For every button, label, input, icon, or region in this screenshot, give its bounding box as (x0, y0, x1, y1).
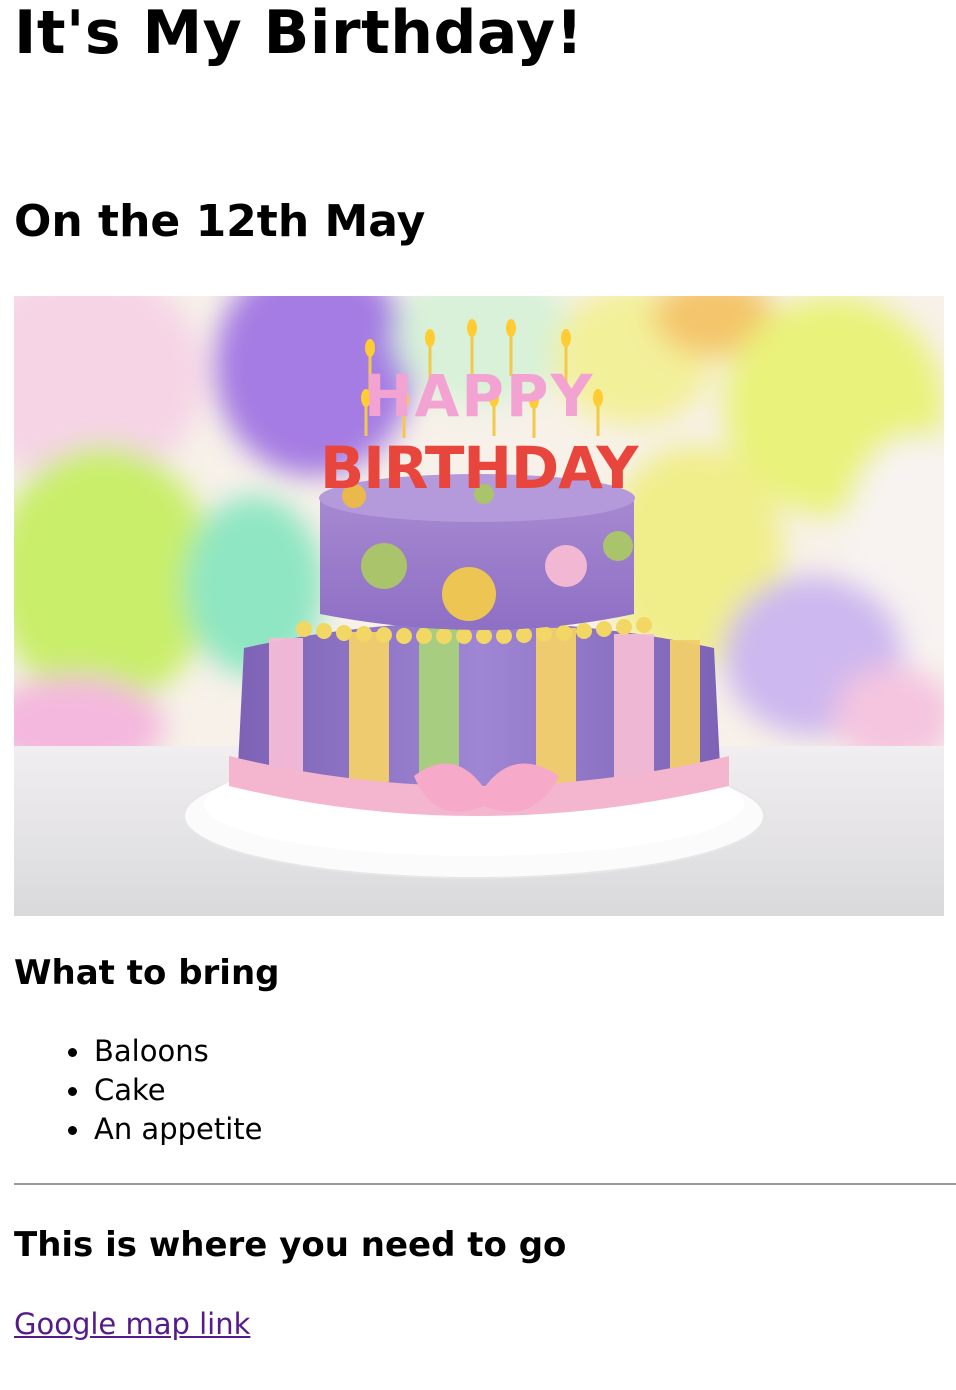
horizontal-divider (14, 1183, 956, 1185)
google-map-link[interactable]: Google map link (14, 1304, 250, 1344)
cake-illustration: HAPPY BIRTHDAY (14, 296, 944, 916)
date-heading: On the 12th May (14, 196, 426, 247)
list-item: An appetite (64, 1110, 263, 1149)
list-item-label: An appetite (94, 1112, 263, 1146)
list-item: Baloons (64, 1032, 263, 1071)
what-to-bring-heading: What to bring (14, 953, 280, 993)
bullet-icon (68, 1126, 77, 1135)
birthday-cake-image: HAPPY BIRTHDAY (14, 296, 944, 916)
page-title: It's My Birthday! (14, 0, 584, 68)
list-item: Cake (64, 1071, 263, 1110)
candle-text-birthday: BIRTHDAY (320, 434, 639, 502)
candle-text-happy: HAPPY (364, 362, 594, 430)
bring-list: Baloons Cake An appetite (64, 1032, 263, 1149)
list-item-label: Baloons (94, 1034, 209, 1068)
where-heading: This is where you need to go (14, 1225, 567, 1265)
list-item-label: Cake (94, 1073, 166, 1107)
bullet-icon (68, 1048, 77, 1057)
bullet-icon (68, 1087, 77, 1096)
